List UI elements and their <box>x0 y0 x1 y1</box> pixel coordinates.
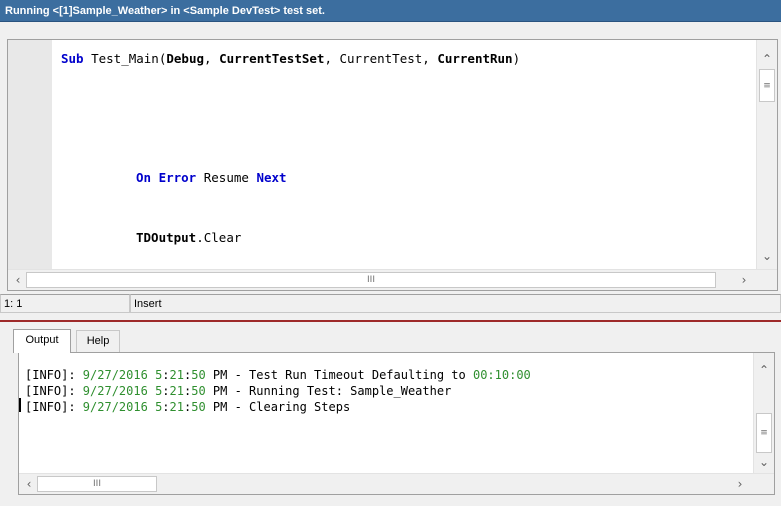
code-token: .Clear <box>196 230 242 245</box>
code-token: , CurrentTest, <box>324 51 438 66</box>
scroll-up-icon[interactable]: ⌃ <box>755 361 773 379</box>
scroll-left-icon[interactable]: ‹ <box>9 271 27 289</box>
log-line: [INFO]: 9/27/2016 5:21:50 PM - Test Run … <box>25 367 750 383</box>
log-time-second: 50 <box>191 400 206 414</box>
code-token: CurrentRun <box>437 51 513 66</box>
log-sep: : <box>162 368 170 382</box>
code-token: Test_Main( <box>83 51 167 66</box>
editor-gutter <box>8 40 52 269</box>
log-date: 9/27/2016 <box>82 368 148 382</box>
log-time-minute: 21 <box>169 384 184 398</box>
insert-mode-indicator: Insert <box>130 294 781 313</box>
log-level: [INFO]: <box>25 400 83 414</box>
log-space <box>148 368 155 382</box>
code-token: Debug <box>166 51 205 66</box>
log-line: [INFO]: 9/27/2016 5:21:50 PM - Running T… <box>25 383 750 399</box>
output-panel[interactable]: [INFO]: 9/27/2016 5:21:50 PM - Test Run … <box>18 352 775 495</box>
panel-splitter[interactable] <box>0 320 781 322</box>
log-level: [INFO]: <box>25 384 83 398</box>
output-log: [INFO]: 9/27/2016 5:21:50 PM - Test Run … <box>25 367 750 467</box>
log-time-minute: 21 <box>169 368 184 382</box>
log-space <box>148 384 155 398</box>
scroll-down-icon[interactable]: ⌄ <box>755 453 773 471</box>
log-sep: : <box>162 400 170 414</box>
code-token: ) <box>512 51 521 66</box>
code-line-sub: Sub Test_Main(Debug, CurrentTestSet, Cur… <box>61 51 520 66</box>
log-time-second: 50 <box>191 368 206 382</box>
window-title: Running <[1]Sample_Weather> in <Sample D… <box>0 0 781 22</box>
log-value: 00:10:00 <box>472 368 531 382</box>
editor-vertical-scrollbar[interactable]: ⌃ ≡ ⌄ <box>756 40 777 269</box>
log-time-minute: 21 <box>169 400 184 414</box>
editor-vscroll-thumb[interactable]: ≡ <box>759 69 775 102</box>
output-vertical-scrollbar[interactable]: ⌃ ≡ ⌄ <box>753 353 774 473</box>
code-token: , <box>204 51 220 66</box>
log-level: [INFO]: <box>25 368 83 382</box>
scroll-right-icon[interactable]: › <box>735 271 753 289</box>
code-editor[interactable]: Sub Test_Main(Debug, CurrentTestSet, Cur… <box>7 39 778 291</box>
log-date: 9/27/2016 <box>82 400 148 414</box>
text-caret <box>19 398 21 412</box>
code-area[interactable]: Sub Test_Main(Debug, CurrentTestSet, Cur… <box>52 40 756 269</box>
output-horizontal-scrollbar[interactable]: ‹ III › <box>19 473 774 494</box>
scroll-right-icon[interactable]: › <box>731 475 749 493</box>
log-sep: : <box>162 384 170 398</box>
editor-status-bar: 1: 1 Insert <box>0 293 781 314</box>
cursor-position: 1: 1 <box>0 294 130 313</box>
log-date: 9/27/2016 <box>82 384 148 398</box>
log-time-second: 50 <box>191 384 206 398</box>
output-hscroll-thumb[interactable]: III <box>37 476 157 492</box>
code-token: Resume <box>196 170 257 185</box>
tab-output[interactable]: Output <box>13 329 71 353</box>
log-message: PM - Clearing Steps <box>205 400 351 414</box>
code-token: Sub <box>61 51 84 66</box>
editor-hscroll-thumb[interactable]: III <box>26 272 716 288</box>
code-token: TDOutput <box>136 230 197 245</box>
scroll-down-icon[interactable]: ⌄ <box>758 247 776 265</box>
code-token: Next <box>256 170 287 185</box>
tab-help[interactable]: Help <box>76 330 120 352</box>
scroll-up-icon[interactable]: ⌃ <box>758 50 776 68</box>
code-token: CurrentTestSet <box>219 51 325 66</box>
log-message: PM - Test Run Timeout Defaulting to <box>205 368 473 382</box>
code-line-on-error: On Error Resume Next <box>136 170 287 185</box>
editor-horizontal-scrollbar[interactable]: ‹ III › <box>8 269 777 290</box>
log-message: PM - Running Test: Sample_Weather <box>205 384 452 398</box>
log-space <box>148 400 155 414</box>
code-line-tdoutput: TDOutput.Clear <box>136 230 241 245</box>
log-line: [INFO]: 9/27/2016 5:21:50 PM - Clearing … <box>25 399 750 415</box>
scroll-left-icon[interactable]: ‹ <box>20 475 38 493</box>
code-token: On Error <box>136 170 197 185</box>
output-vscroll-thumb[interactable]: ≡ <box>756 413 772 453</box>
